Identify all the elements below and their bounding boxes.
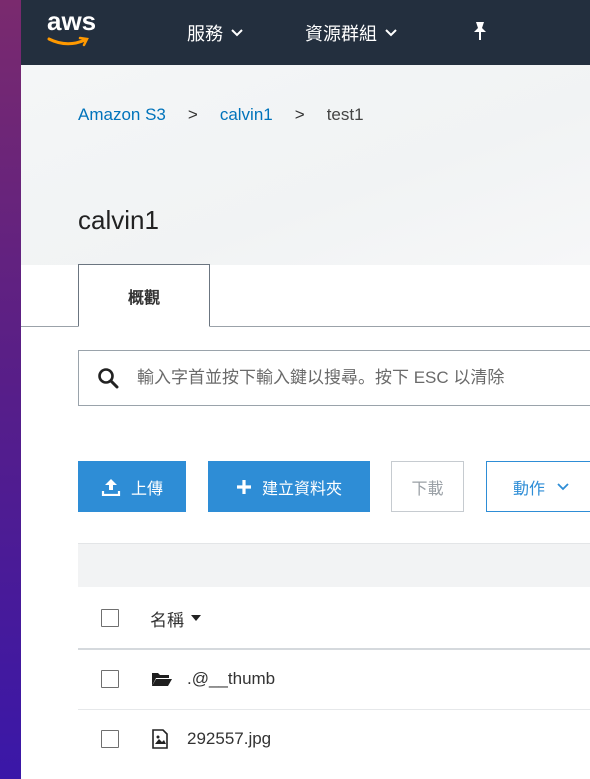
folder-icon — [151, 671, 173, 687]
upload-icon — [101, 478, 121, 496]
row-checkbox[interactable] — [101, 670, 119, 688]
download-button[interactable]: 下載 — [391, 461, 464, 512]
table-toolbar-strip — [78, 543, 590, 587]
services-menu[interactable]: 服務 — [187, 20, 243, 46]
table-header-row: 名稱 — [78, 588, 590, 650]
chevron-down-icon — [557, 482, 569, 490]
plus-icon — [236, 479, 252, 495]
actions-label: 動作 — [512, 480, 545, 498]
resource-groups-label: 資源群組 — [305, 24, 377, 44]
pin-button[interactable] — [472, 21, 488, 46]
breadcrumb-amazon-s3[interactable]: Amazon S3 — [78, 105, 166, 125]
search-input[interactable] — [135, 367, 590, 389]
services-label: 服務 — [187, 24, 223, 44]
chevron-down-icon — [231, 29, 243, 37]
file-name-link[interactable]: 292557.jpg — [187, 729, 271, 749]
file-name-link[interactable]: .@__thumb — [187, 669, 275, 689]
breadcrumb-bucket[interactable]: calvin1 — [220, 105, 273, 125]
breadcrumb-separator: > — [187, 105, 198, 124]
upload-label: 上傳 — [130, 480, 163, 498]
page-title: calvin1 — [78, 205, 159, 235]
tab-overview[interactable]: 概觀 — [78, 264, 210, 327]
breadcrumb-current-folder: test1 — [326, 105, 364, 124]
aws-logo[interactable]: aws — [47, 6, 111, 54]
search-icon — [98, 368, 119, 389]
name-column-header[interactable]: 名稱 — [150, 606, 202, 631]
select-all-checkbox[interactable] — [101, 609, 119, 627]
table-row[interactable]: 292557.jpg — [78, 709, 590, 769]
aws-logo-text: aws — [47, 6, 97, 36]
chevron-down-icon — [385, 29, 397, 37]
name-column-label: 名稱 — [150, 610, 184, 630]
upload-button[interactable]: 上傳 — [78, 461, 186, 512]
create-folder-label: 建立資料夾 — [261, 480, 342, 498]
top-navigation-bar: aws 服務 資源群組 — [21, 0, 590, 65]
resource-groups-menu[interactable]: 資源群組 — [305, 20, 397, 46]
table-row[interactable]: .@__thumb — [78, 649, 590, 710]
aws-smile-icon — [47, 36, 89, 47]
create-folder-button[interactable]: 建立資料夾 — [208, 461, 370, 512]
s3-console-window: aws 服務 資源群組 Amazon S3 > calvin1 > test1 … — [21, 0, 590, 779]
sort-down-icon — [191, 615, 201, 621]
breadcrumb: Amazon S3 > calvin1 > test1 — [78, 105, 364, 125]
search-box — [78, 350, 590, 406]
download-label: 下載 — [411, 480, 444, 498]
image-file-icon — [151, 729, 173, 749]
row-checkbox[interactable] — [101, 730, 119, 748]
actions-dropdown[interactable]: 動作 — [486, 461, 590, 512]
breadcrumb-separator: > — [294, 105, 305, 124]
pin-icon — [474, 22, 486, 40]
